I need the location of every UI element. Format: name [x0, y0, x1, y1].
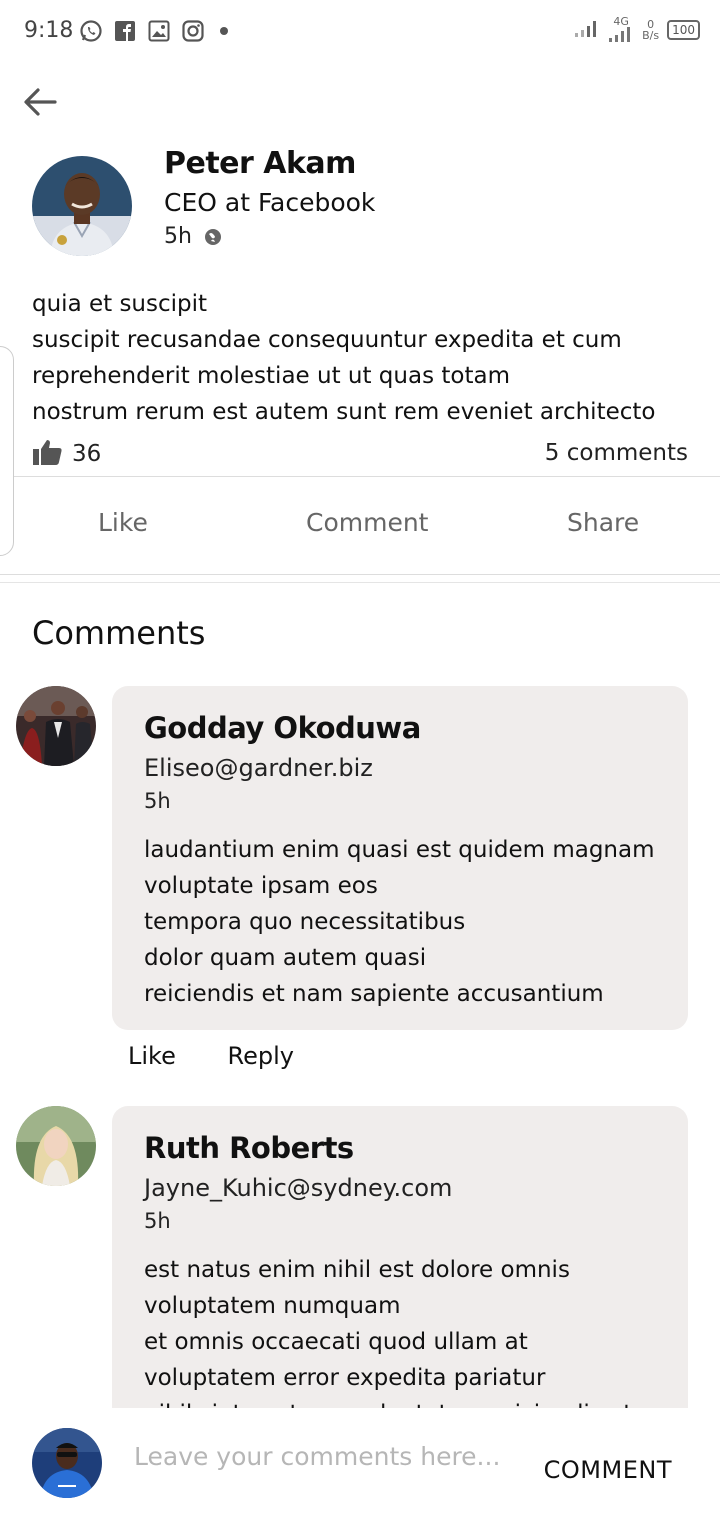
scroll-content[interactable]: Peter Akam CEO at Facebook 5h quia et su… — [0, 0, 720, 1408]
comment-text: laudantium enim quasi est quidem magnam … — [144, 837, 655, 1007]
post-body: quia et suscipit suscipit recusandae con… — [32, 291, 656, 425]
comment-reply-button[interactable]: Reply — [228, 1042, 294, 1070]
comment-count[interactable]: 5 comments — [545, 440, 688, 466]
thumbs-up-icon — [32, 438, 62, 470]
commenter-name[interactable]: Ruth Roberts — [144, 1128, 656, 1168]
divider — [14, 476, 720, 477]
like-count: 36 — [72, 441, 102, 467]
comment-bubble: Godday Okoduwa Eliseo@gardner.biz 5h lau… — [112, 686, 688, 1030]
commenter-email: Eliseo@gardner.biz — [144, 754, 373, 782]
comment-like-button[interactable]: Like — [128, 1042, 176, 1070]
post-actions: Like Comment Share — [0, 478, 720, 574]
current-user-avatar[interactable] — [32, 1428, 102, 1498]
submit-comment-button[interactable]: COMMENT — [544, 1456, 672, 1484]
author-avatar[interactable] — [32, 156, 132, 256]
comment-button[interactable]: Comment — [306, 508, 429, 537]
globe-icon — [204, 228, 222, 246]
divider — [0, 582, 720, 583]
comment-composer: COMMENT — [0, 1408, 720, 1520]
commenter-avatar[interactable] — [16, 1106, 96, 1186]
commenter-avatar[interactable] — [16, 686, 96, 766]
comment-time: 5h — [144, 789, 171, 813]
comment-actions: Like Reply — [128, 1042, 338, 1070]
back-button[interactable] — [20, 84, 60, 124]
comment-text: est natus enim nihil est dolore omnis vo… — [144, 1257, 632, 1408]
comments-heading: Comments — [32, 614, 206, 652]
post-time: 5h — [164, 224, 192, 249]
commenter-name[interactable]: Godday Okoduwa — [144, 708, 656, 748]
like-button[interactable]: Like — [98, 508, 148, 537]
author-name[interactable]: Peter Akam — [164, 146, 356, 181]
comment-time: 5h — [144, 1209, 171, 1233]
share-button[interactable]: Share — [567, 508, 639, 537]
arrow-left-icon — [23, 87, 57, 121]
commenter-email: Jayne_Kuhic@sydney.com — [144, 1174, 453, 1202]
like-stats[interactable]: 36 — [32, 438, 101, 470]
comment-bubble: Ruth Roberts Jayne_Kuhic@sydney.com 5h e… — [112, 1106, 688, 1408]
divider — [0, 574, 720, 575]
comment-input[interactable] — [134, 1442, 534, 1471]
author-title: CEO at Facebook — [164, 188, 376, 217]
